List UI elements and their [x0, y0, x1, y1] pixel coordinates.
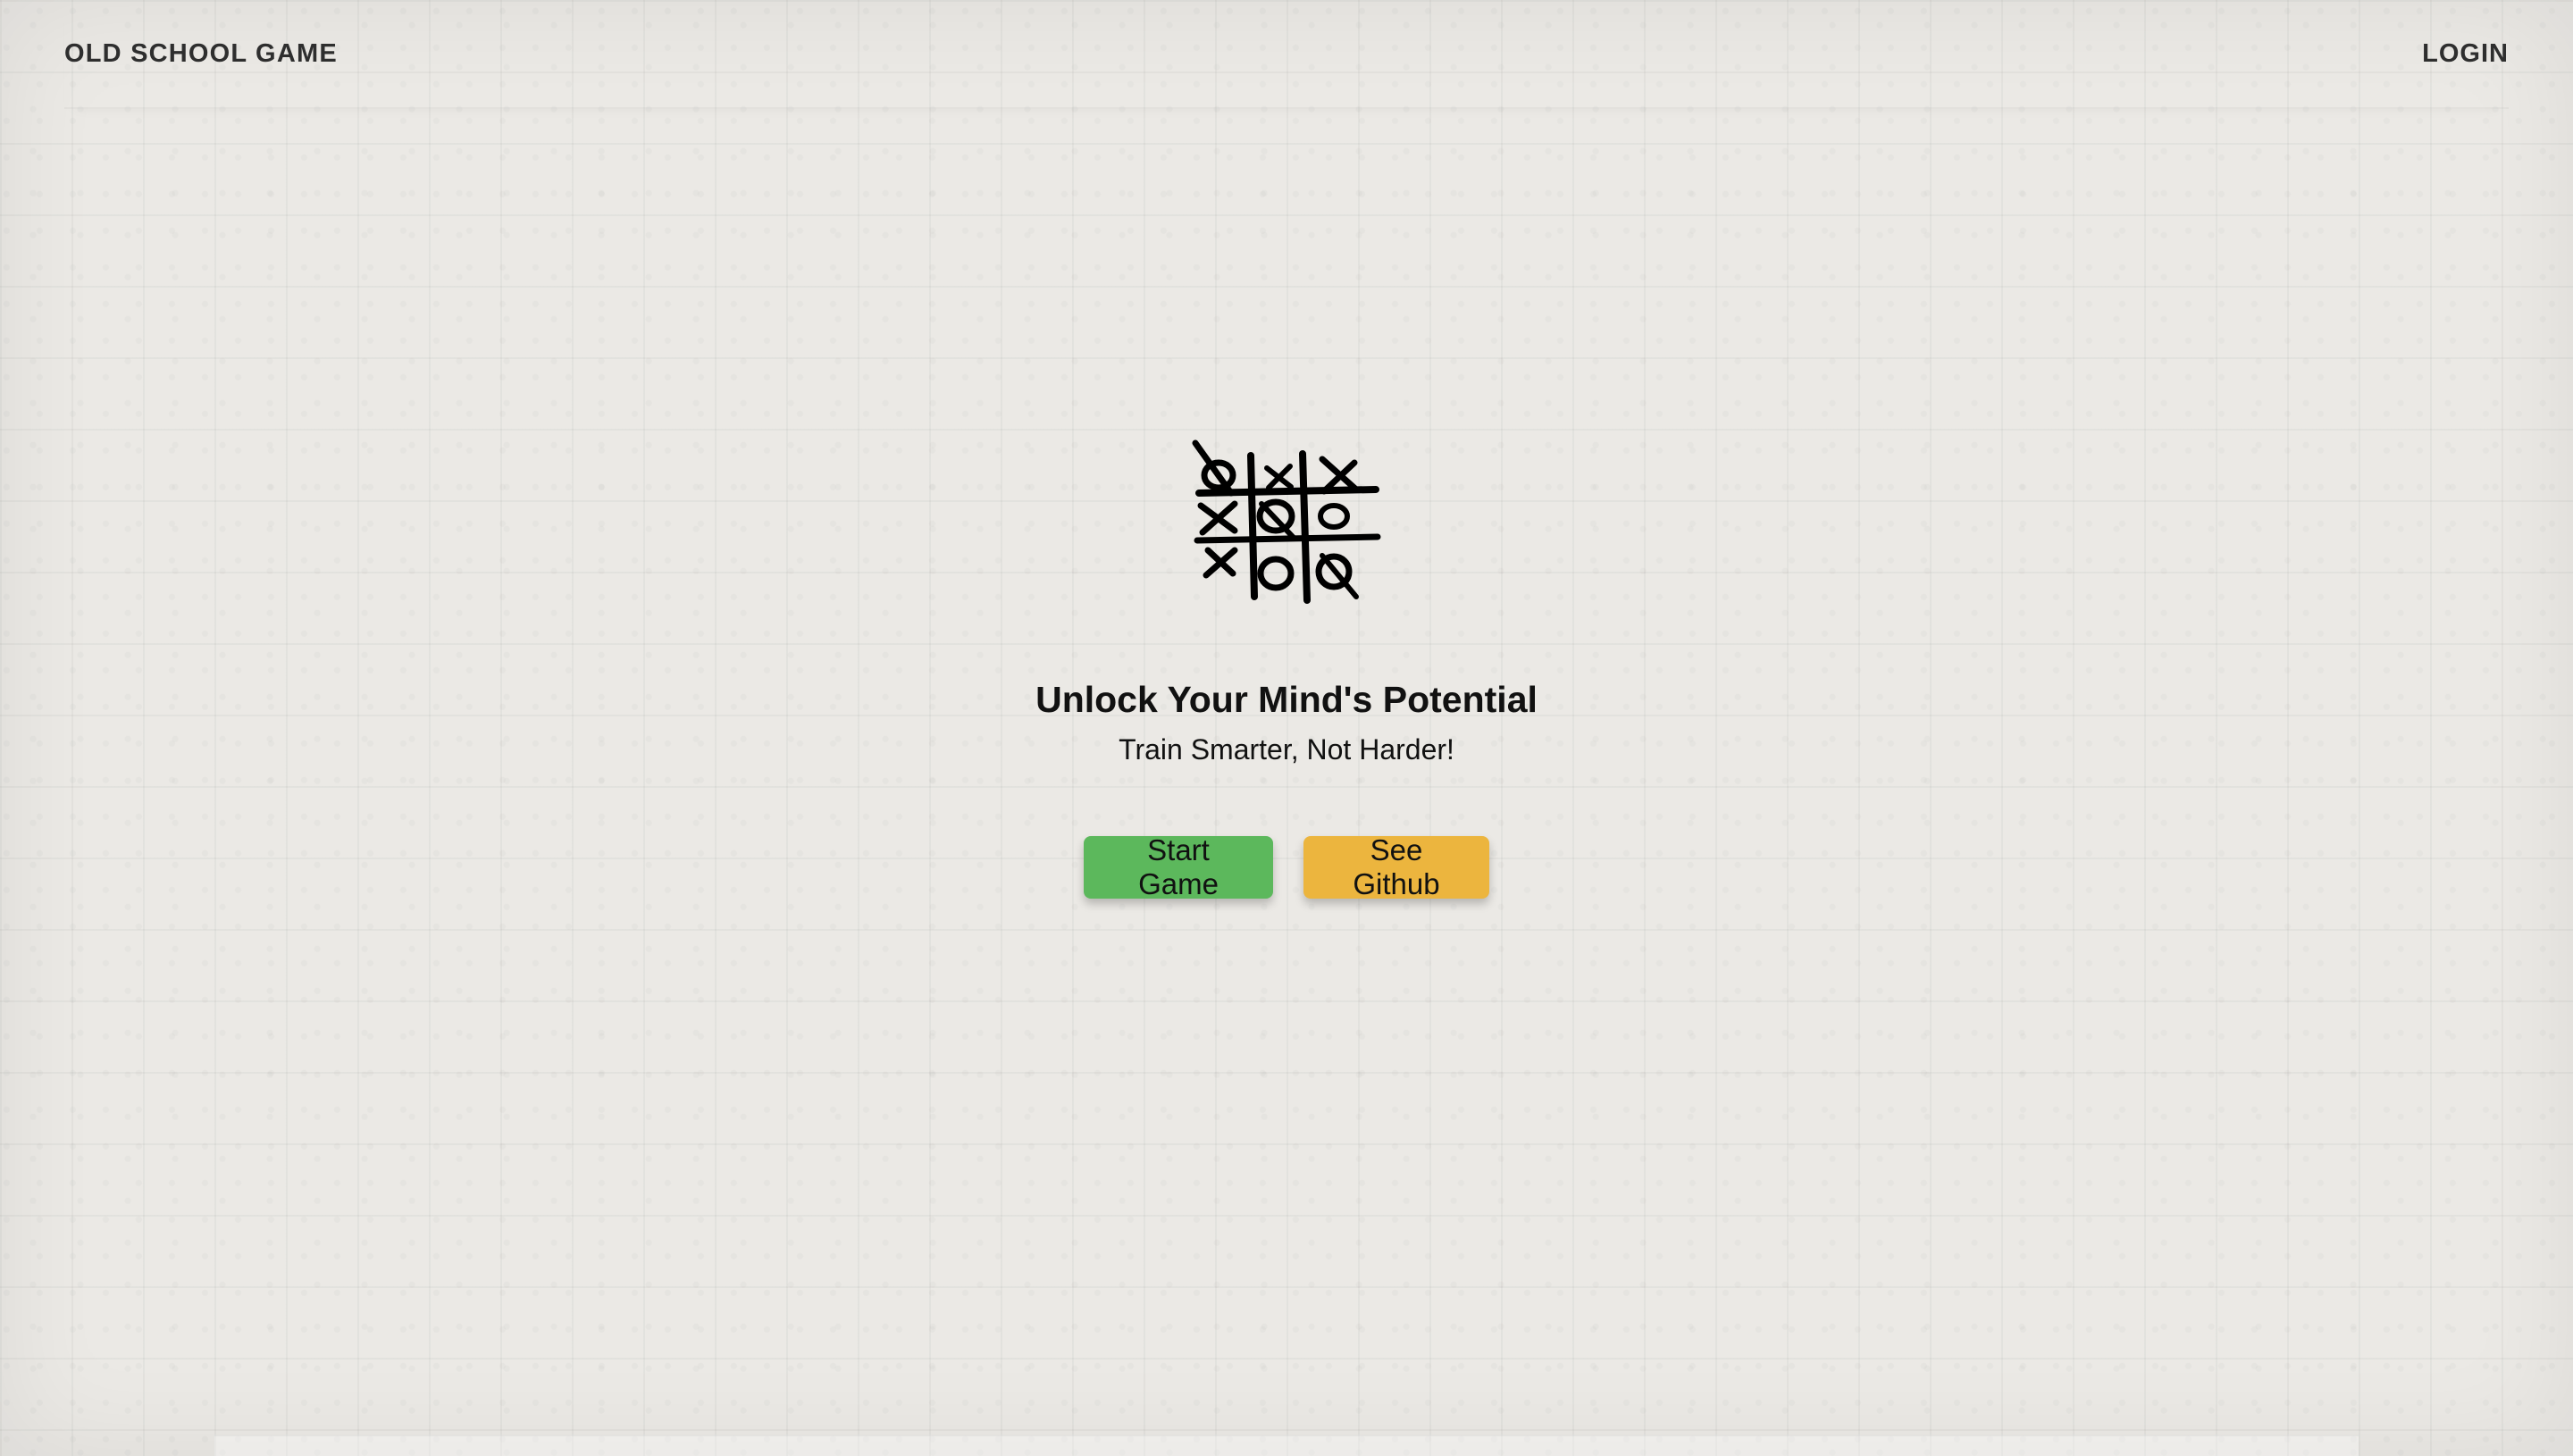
brand-logo-text[interactable]: OLD SCHOOL GAME	[64, 39, 338, 69]
tic-tac-toe-sketch-icon	[1188, 438, 1385, 607]
hero-section: Unlock Your Mind's Potential Train Smart…	[0, 438, 2573, 900]
login-link[interactable]: LOGIN	[2422, 39, 2509, 69]
hero-subtitle: Train Smarter, Not Harder!	[1119, 733, 1454, 766]
start-game-button[interactable]: Start Game	[1084, 833, 1273, 900]
action-buttons: Start Game See Github	[1084, 833, 1489, 900]
see-github-button[interactable]: See Github	[1303, 833, 1489, 900]
top-navbar: OLD SCHOOL GAME LOGIN	[64, 0, 2509, 109]
hero-title: Unlock Your Mind's Potential	[1035, 679, 1538, 720]
footer-edge	[214, 1435, 2359, 1456]
